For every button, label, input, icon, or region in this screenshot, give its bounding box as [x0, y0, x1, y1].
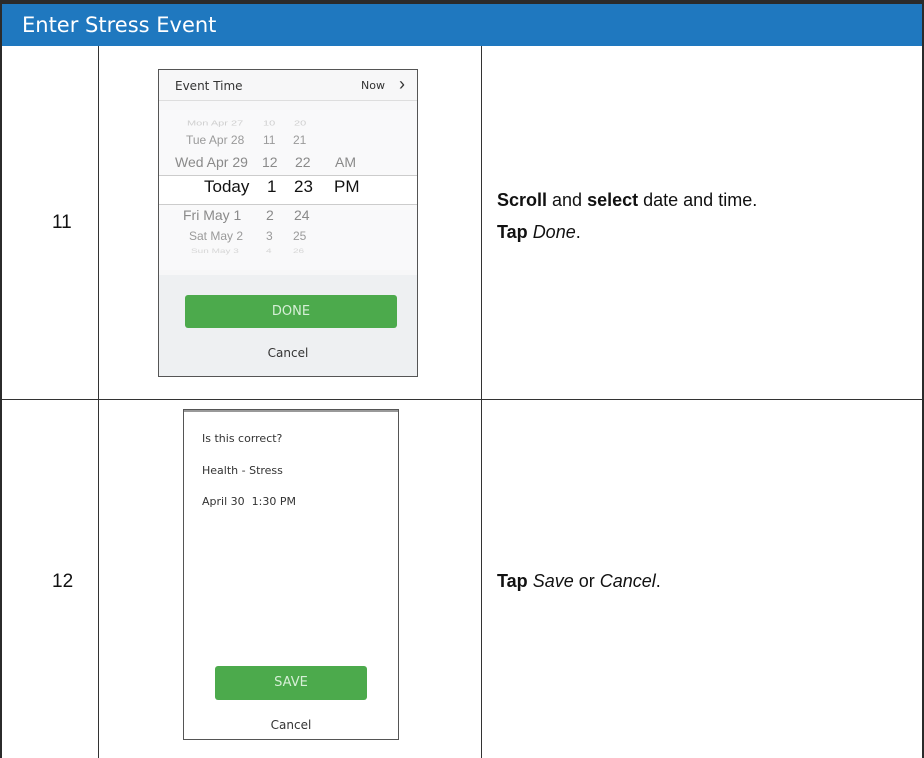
step-instruction: Tap Save or Cancel. [497, 566, 661, 596]
instruction-bold: Tap [497, 571, 528, 591]
save-button[interactable]: SAVE [215, 666, 367, 700]
instruction-text: date and time. [638, 190, 758, 210]
instruction-bold: Tap [497, 222, 528, 242]
picker-row[interactable]: Sat May 2 3 25 [159, 229, 417, 249]
picker-minute: 25 [293, 229, 307, 243]
confirm-question: Is this correct? [202, 432, 283, 445]
picker-row-selected[interactable]: Today 1 23 PM [159, 177, 417, 197]
picker-minute: 26 [293, 248, 305, 255]
picker-hour: 2 [266, 207, 274, 223]
step-number: 11 [52, 212, 72, 233]
picker-minute: 24 [294, 207, 310, 223]
section-header: Enter Stress Event [2, 4, 922, 46]
instruction-italic: Done [532, 222, 576, 242]
picker-hour: 12 [262, 154, 278, 170]
chevron-right-icon[interactable]: › [399, 74, 405, 95]
picker-row[interactable]: Tue Apr 28 11 21 [159, 133, 417, 153]
picker-minute: 23 [294, 177, 313, 196]
confirm-screenshot: Is this correct? Health - Stress April 3… [183, 409, 399, 740]
divider [159, 100, 417, 101]
picker-hour: 1 [267, 177, 277, 196]
instruction-italic: Cancel [599, 571, 656, 591]
picker-day: Tue Apr 28 [186, 133, 245, 147]
column-divider-1 [98, 46, 99, 758]
instruction-text: . [655, 571, 661, 591]
section-title: Enter Stress Event [22, 13, 217, 37]
step-instruction: Scroll and select date and time. Tap Don… [497, 185, 757, 247]
instruction-line-2: Tap Done. [497, 217, 757, 247]
picker-day: Fri May 1 [183, 207, 242, 223]
table-frame [0, 0, 924, 758]
done-button[interactable]: DONE [185, 295, 397, 328]
instruction-text: and [547, 190, 588, 210]
picker-row[interactable]: Fri May 1 2 24 [159, 207, 417, 227]
picker-minute: 22 [295, 154, 311, 170]
instruction-italic: Save [532, 571, 574, 591]
event-category: Health - Stress [202, 464, 283, 477]
event-datetime: April 30 1:30 PM [202, 495, 296, 508]
event-time-label: Event Time [175, 79, 243, 93]
cancel-link[interactable]: Cancel [184, 718, 398, 732]
instruction-bold: select [587, 190, 639, 210]
picker-row[interactable]: Wed Apr 29 12 22 AM [159, 154, 417, 174]
instruction-text: or [573, 571, 600, 591]
top-edge [184, 410, 398, 412]
picker-day: Sat May 2 [189, 229, 244, 243]
picker-day: Mon Apr 27 [187, 119, 244, 128]
step-number: 12 [52, 571, 74, 592]
picker-day: Sun May 3 [191, 248, 239, 255]
picker-hour: 11 [263, 133, 276, 147]
picker-hour: 3 [266, 229, 273, 243]
picker-day: Wed Apr 29 [175, 154, 248, 170]
picker-minute: 21 [293, 133, 307, 147]
picker-ampm: AM [335, 154, 356, 170]
picker-day: Today [204, 177, 250, 196]
picker-minute: 20 [294, 119, 307, 128]
instruction-text: . [575, 222, 581, 242]
picker-ampm: PM [334, 177, 360, 196]
cancel-link[interactable]: Cancel [159, 346, 417, 360]
picker-hour: 10 [263, 119, 276, 128]
instruction-line-1: Scroll and select date and time. [497, 185, 757, 215]
row-divider [2, 399, 922, 400]
instruction-bold: Scroll [497, 190, 548, 210]
picker-hour: 4 [266, 248, 272, 255]
picker-row[interactable]: Mon Apr 27 10 20 [159, 119, 417, 133]
column-divider-2 [481, 46, 482, 758]
picker-row[interactable]: Sun May 3 4 26 [159, 248, 417, 260]
event-time-screenshot: Event Time Now › Mon Apr 27 10 20 Tue Ap… [158, 69, 418, 377]
now-label[interactable]: Now [361, 79, 385, 92]
